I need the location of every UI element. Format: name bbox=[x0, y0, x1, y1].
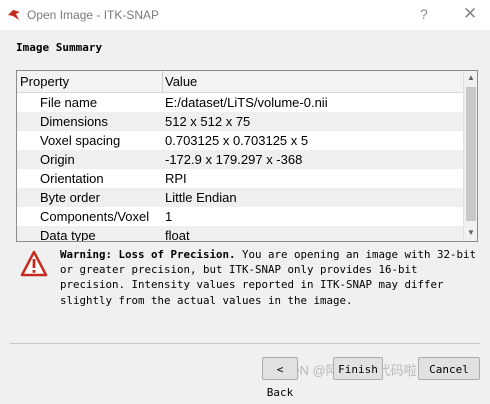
header-property[interactable]: Property bbox=[20, 74, 69, 89]
divider bbox=[10, 343, 480, 344]
warning-triangle-icon bbox=[20, 250, 48, 277]
warning-heading: Warning: Loss of Precision. bbox=[60, 248, 236, 261]
help-button[interactable]: ? bbox=[420, 6, 428, 22]
title-bar: Open Image - ITK-SNAP ? ✕ bbox=[0, 0, 490, 30]
itk-snap-logo-icon bbox=[8, 10, 20, 20]
scroll-up-icon[interactable]: ▲ bbox=[467, 73, 475, 82]
property-cell: Orientation bbox=[40, 171, 104, 186]
value-cell: -172.9 x 179.297 x -368 bbox=[165, 152, 303, 167]
table-row[interactable]: Data type float bbox=[17, 226, 463, 242]
property-cell: Components/Voxel bbox=[40, 209, 150, 224]
property-cell: Voxel spacing bbox=[40, 133, 121, 148]
property-cell: Dimensions bbox=[40, 114, 108, 129]
property-cell: Byte order bbox=[40, 190, 100, 205]
close-button[interactable]: ✕ bbox=[463, 4, 477, 24]
table-row[interactable]: File name E:/dataset/LiTS/volume-0.nii bbox=[17, 93, 463, 112]
table-row[interactable]: Origin -172.9 x 179.297 x -368 bbox=[17, 150, 463, 169]
warning-message: Warning: Loss of Precision. You are open… bbox=[60, 247, 478, 308]
finish-button[interactable]: Finish bbox=[333, 357, 383, 380]
scroll-down-icon[interactable]: ▼ bbox=[467, 228, 475, 237]
section-title: Image Summary bbox=[16, 41, 103, 54]
value-cell: 0.703125 x 0.703125 x 5 bbox=[165, 133, 309, 148]
value-cell: Little Endian bbox=[165, 190, 237, 205]
vertical-scrollbar[interactable]: ▲ ▼ bbox=[463, 71, 477, 241]
value-cell: E:/dataset/LiTS/volume-0.nii bbox=[165, 95, 328, 110]
value-cell: float bbox=[165, 228, 190, 242]
table-row[interactable]: Orientation RPI bbox=[17, 169, 463, 188]
table-row[interactable]: Components/Voxel 1 bbox=[17, 207, 463, 226]
window-title: Open Image - ITK-SNAP bbox=[27, 8, 160, 22]
back-button[interactable]: < Back bbox=[262, 357, 298, 399]
header-divider bbox=[162, 71, 163, 92]
property-cell: Origin bbox=[40, 152, 75, 167]
value-cell: 1 bbox=[165, 209, 173, 224]
header-value[interactable]: Value bbox=[165, 74, 197, 89]
property-cell: File name bbox=[40, 95, 98, 110]
scrollbar-thumb[interactable] bbox=[466, 87, 476, 221]
table-row[interactable]: Dimensions 512 x 512 x 75 bbox=[17, 112, 463, 131]
value-cell: RPI bbox=[165, 171, 187, 186]
value-cell: 512 x 512 x 75 bbox=[165, 114, 251, 129]
table-header: Property Value bbox=[17, 71, 463, 93]
property-cell: Data type bbox=[40, 228, 96, 242]
cancel-button[interactable]: Cancel bbox=[418, 357, 480, 380]
table-row[interactable]: Voxel spacing 0.703125 x 0.703125 x 5 bbox=[17, 131, 463, 150]
table-row[interactable]: Byte order Little Endian bbox=[17, 188, 463, 207]
property-table[interactable]: Property Value File name E:/dataset/LiTS… bbox=[16, 70, 478, 242]
